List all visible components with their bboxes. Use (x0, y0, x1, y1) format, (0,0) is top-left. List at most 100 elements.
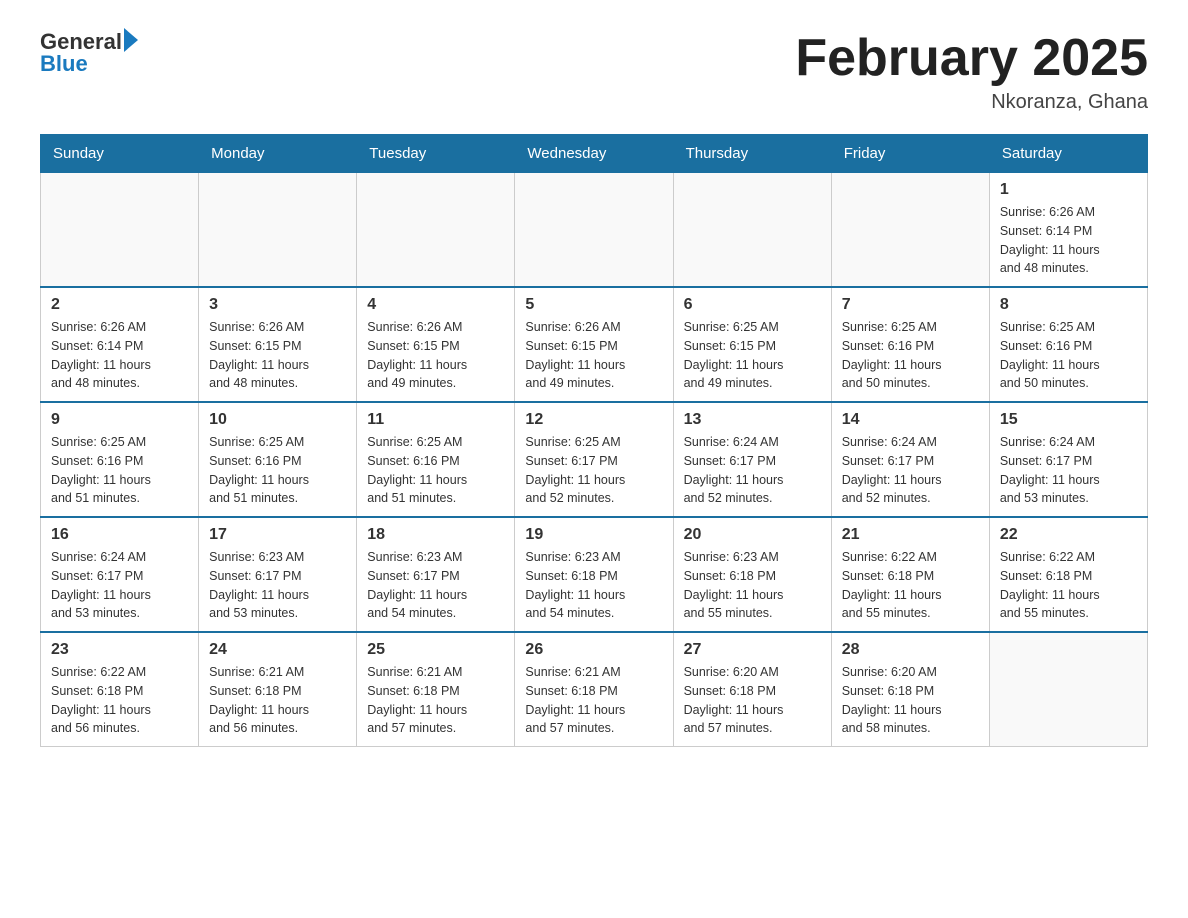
day-number: 26 (525, 641, 662, 659)
table-row: 9 Sunrise: 6:25 AM Sunset: 6:16 PM Daylig… (41, 402, 199, 517)
col-friday: Friday (831, 135, 989, 173)
page-subtitle: Nkoranza, Ghana (795, 91, 1148, 114)
day-info: Sunrise: 6:21 AM Sunset: 6:18 PM Dayligh… (525, 663, 662, 738)
day-number: 27 (684, 641, 821, 659)
day-number: 18 (367, 526, 504, 544)
day-info: Sunrise: 6:25 AM Sunset: 6:17 PM Dayligh… (525, 433, 662, 508)
day-info: Sunrise: 6:25 AM Sunset: 6:16 PM Dayligh… (1000, 318, 1137, 393)
day-number: 5 (525, 296, 662, 314)
table-row: 20 Sunrise: 6:23 AM Sunset: 6:18 PM Dayli… (673, 517, 831, 632)
table-row: 1Sunrise: 6:26 AM Sunset: 6:14 PM Daylig… (989, 173, 1147, 288)
day-number: 23 (51, 641, 188, 659)
day-info: Sunrise: 6:25 AM Sunset: 6:16 PM Dayligh… (51, 433, 188, 508)
table-row: 22 Sunrise: 6:22 AM Sunset: 6:18 PM Dayli… (989, 517, 1147, 632)
table-row: 23 Sunrise: 6:22 AM Sunset: 6:18 PM Dayli… (41, 632, 199, 747)
day-info: Sunrise: 6:25 AM Sunset: 6:15 PM Dayligh… (684, 318, 821, 393)
day-number: 11 (367, 411, 504, 429)
day-info: Sunrise: 6:21 AM Sunset: 6:18 PM Dayligh… (209, 663, 346, 738)
table-row: 2Sunrise: 6:26 AM Sunset: 6:14 PM Daylig… (41, 287, 199, 402)
day-number: 24 (209, 641, 346, 659)
logo: General Blue (40, 30, 138, 76)
day-info: Sunrise: 6:26 AM Sunset: 6:15 PM Dayligh… (209, 318, 346, 393)
table-row: 28 Sunrise: 6:20 AM Sunset: 6:18 PM Dayli… (831, 632, 989, 747)
table-row: 5Sunrise: 6:26 AM Sunset: 6:15 PM Daylig… (515, 287, 673, 402)
day-number: 10 (209, 411, 346, 429)
col-monday: Monday (199, 135, 357, 173)
table-row (199, 173, 357, 288)
table-row (41, 173, 199, 288)
day-info: Sunrise: 6:24 AM Sunset: 6:17 PM Dayligh… (1000, 433, 1137, 508)
table-row: 14 Sunrise: 6:24 AM Sunset: 6:17 PM Dayli… (831, 402, 989, 517)
day-info: Sunrise: 6:22 AM Sunset: 6:18 PM Dayligh… (842, 548, 979, 623)
table-row: 21 Sunrise: 6:22 AM Sunset: 6:18 PM Dayli… (831, 517, 989, 632)
day-number: 25 (367, 641, 504, 659)
day-number: 9 (51, 411, 188, 429)
calendar-week-row: 1Sunrise: 6:26 AM Sunset: 6:14 PM Daylig… (41, 173, 1148, 288)
day-number: 28 (842, 641, 979, 659)
table-row: 3 Sunrise: 6:26 AM Sunset: 6:15 PM Daylig… (199, 287, 357, 402)
day-number: 20 (684, 526, 821, 544)
day-number: 6 (684, 296, 821, 314)
table-row: 25 Sunrise: 6:21 AM Sunset: 6:18 PM Dayli… (357, 632, 515, 747)
day-number: 15 (1000, 411, 1137, 429)
page-header: General Blue February 2025 Nkoranza, Gha… (40, 30, 1148, 114)
day-number: 14 (842, 411, 979, 429)
day-info: Sunrise: 6:23 AM Sunset: 6:17 PM Dayligh… (367, 548, 504, 623)
day-info: Sunrise: 6:24 AM Sunset: 6:17 PM Dayligh… (842, 433, 979, 508)
calendar-header-row: Sunday Monday Tuesday Wednesday Thursday… (41, 135, 1148, 173)
calendar-week-row: 23 Sunrise: 6:22 AM Sunset: 6:18 PM Dayli… (41, 632, 1148, 747)
day-info: Sunrise: 6:25 AM Sunset: 6:16 PM Dayligh… (209, 433, 346, 508)
day-number: 13 (684, 411, 821, 429)
day-info: Sunrise: 6:26 AM Sunset: 6:14 PM Dayligh… (51, 318, 188, 393)
table-row: 17 Sunrise: 6:23 AM Sunset: 6:17 PM Dayli… (199, 517, 357, 632)
day-number: 4 (367, 296, 504, 314)
day-info: Sunrise: 6:22 AM Sunset: 6:18 PM Dayligh… (51, 663, 188, 738)
table-row: 19Sunrise: 6:23 AM Sunset: 6:18 PM Dayli… (515, 517, 673, 632)
day-info: Sunrise: 6:26 AM Sunset: 6:15 PM Dayligh… (367, 318, 504, 393)
table-row: 12 Sunrise: 6:25 AM Sunset: 6:17 PM Dayli… (515, 402, 673, 517)
table-row: 27 Sunrise: 6:20 AM Sunset: 6:18 PM Dayli… (673, 632, 831, 747)
col-thursday: Thursday (673, 135, 831, 173)
day-number: 17 (209, 526, 346, 544)
day-info: Sunrise: 6:24 AM Sunset: 6:17 PM Dayligh… (684, 433, 821, 508)
day-number: 22 (1000, 526, 1137, 544)
calendar-table: Sunday Monday Tuesday Wednesday Thursday… (40, 134, 1148, 747)
title-block: February 2025 Nkoranza, Ghana (795, 30, 1148, 114)
table-row: 15 Sunrise: 6:24 AM Sunset: 6:17 PM Dayli… (989, 402, 1147, 517)
table-row (357, 173, 515, 288)
calendar-week-row: 9 Sunrise: 6:25 AM Sunset: 6:16 PM Daylig… (41, 402, 1148, 517)
day-info: Sunrise: 6:25 AM Sunset: 6:16 PM Dayligh… (842, 318, 979, 393)
day-info: Sunrise: 6:23 AM Sunset: 6:18 PM Dayligh… (684, 548, 821, 623)
table-row: 26 Sunrise: 6:21 AM Sunset: 6:18 PM Dayli… (515, 632, 673, 747)
day-number: 21 (842, 526, 979, 544)
page-title: February 2025 (795, 30, 1148, 87)
logo-blue: Blue (40, 52, 88, 76)
table-row: 4 Sunrise: 6:26 AM Sunset: 6:15 PM Daylig… (357, 287, 515, 402)
day-number: 12 (525, 411, 662, 429)
table-row (831, 173, 989, 288)
table-row: 6 Sunrise: 6:25 AM Sunset: 6:15 PM Daylig… (673, 287, 831, 402)
day-number: 7 (842, 296, 979, 314)
day-number: 3 (209, 296, 346, 314)
day-info: Sunrise: 6:23 AM Sunset: 6:17 PM Dayligh… (209, 548, 346, 623)
day-number: 16 (51, 526, 188, 544)
table-row (989, 632, 1147, 747)
day-info: Sunrise: 6:22 AM Sunset: 6:18 PM Dayligh… (1000, 548, 1137, 623)
col-tuesday: Tuesday (357, 135, 515, 173)
calendar-week-row: 16Sunrise: 6:24 AM Sunset: 6:17 PM Dayli… (41, 517, 1148, 632)
day-info: Sunrise: 6:20 AM Sunset: 6:18 PM Dayligh… (842, 663, 979, 738)
table-row: 18 Sunrise: 6:23 AM Sunset: 6:17 PM Dayli… (357, 517, 515, 632)
table-row: 7 Sunrise: 6:25 AM Sunset: 6:16 PM Daylig… (831, 287, 989, 402)
day-info: Sunrise: 6:23 AM Sunset: 6:18 PM Dayligh… (525, 548, 662, 623)
col-wednesday: Wednesday (515, 135, 673, 173)
day-info: Sunrise: 6:26 AM Sunset: 6:14 PM Dayligh… (1000, 203, 1137, 278)
day-info: Sunrise: 6:21 AM Sunset: 6:18 PM Dayligh… (367, 663, 504, 738)
table-row: 16Sunrise: 6:24 AM Sunset: 6:17 PM Dayli… (41, 517, 199, 632)
day-info: Sunrise: 6:25 AM Sunset: 6:16 PM Dayligh… (367, 433, 504, 508)
table-row: 10 Sunrise: 6:25 AM Sunset: 6:16 PM Dayli… (199, 402, 357, 517)
col-sunday: Sunday (41, 135, 199, 173)
day-number: 8 (1000, 296, 1137, 314)
table-row (515, 173, 673, 288)
day-info: Sunrise: 6:20 AM Sunset: 6:18 PM Dayligh… (684, 663, 821, 738)
table-row (673, 173, 831, 288)
